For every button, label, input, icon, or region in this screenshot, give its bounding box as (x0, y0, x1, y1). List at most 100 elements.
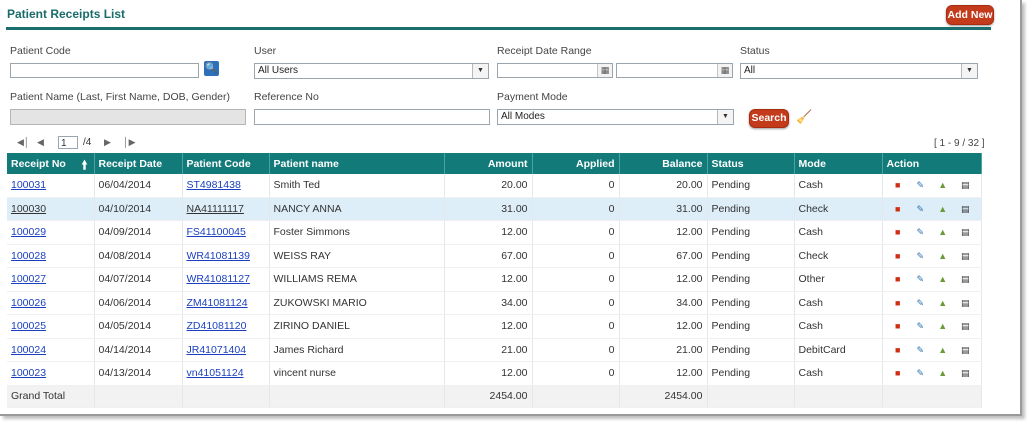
table-row[interactable]: 100028 04/08/2014 WR41081139 WEISS RAY 67.00… (7, 244, 982, 268)
print-icon[interactable]: ▲ (938, 204, 948, 214)
chevron-down-icon[interactable]: ▼ (961, 64, 977, 78)
patient-code-cell[interactable]: WR41081127 (182, 267, 270, 292)
delete-icon[interactable]: ■ (893, 180, 903, 190)
print-icon[interactable]: ▲ (938, 251, 948, 261)
col-patient-name[interactable]: Patient name (269, 153, 445, 174)
chevron-down-icon[interactable]: ▼ (472, 64, 488, 78)
edit-icon[interactable]: ✎ (915, 368, 925, 378)
edit-icon[interactable]: ✎ (915, 204, 925, 214)
edit-icon[interactable]: ✎ (915, 321, 925, 331)
receipt-no-link[interactable]: 100027 (11, 273, 46, 285)
delete-icon[interactable]: ■ (893, 204, 903, 214)
edit-icon[interactable]: ✎ (915, 251, 925, 261)
delete-icon[interactable]: ■ (893, 274, 903, 284)
patient-code-link[interactable]: ST4981438 (187, 179, 241, 191)
document-icon[interactable]: ▤ (960, 345, 970, 355)
sort-ascending-icon[interactable]: 🠙 (81, 156, 87, 177)
receipt-no-cell[interactable]: 100027 (7, 267, 95, 292)
add-new-button[interactable]: Add New (946, 5, 994, 25)
print-icon[interactable]: ▲ (938, 298, 948, 308)
patient-code-input[interactable] (10, 63, 199, 78)
receipt-no-cell[interactable]: 100030 (7, 197, 95, 221)
delete-icon[interactable]: ■ (893, 227, 903, 237)
edit-icon[interactable]: ✎ (915, 298, 925, 308)
document-icon[interactable]: ▤ (960, 368, 970, 378)
patient-code-cell[interactable]: ST4981438 (182, 174, 270, 198)
delete-icon[interactable]: ■ (893, 251, 903, 261)
receipt-no-cell[interactable]: 100029 (7, 220, 95, 245)
receipt-no-link[interactable]: 100025 (11, 320, 46, 332)
patient-code-link[interactable]: ZD41081120 (187, 320, 247, 332)
receipt-no-link[interactable]: 100026 (11, 297, 46, 309)
print-icon[interactable]: ▲ (938, 368, 948, 378)
next-page-icon[interactable]: ▶ (104, 137, 111, 148)
patient-code-cell[interactable]: JR41071404 (182, 338, 270, 362)
edit-icon[interactable]: ✎ (915, 180, 925, 190)
document-icon[interactable]: ▤ (960, 204, 970, 214)
edit-icon[interactable]: ✎ (915, 227, 925, 237)
col-status[interactable]: Status (707, 153, 795, 174)
search-button[interactable]: Search (749, 109, 789, 128)
delete-icon[interactable]: ■ (893, 298, 903, 308)
user-select[interactable]: All Users ▼ (254, 63, 489, 79)
table-row[interactable]: 100030 04/10/2014 NA41111117 NANCY ANNA 31.0… (7, 197, 982, 221)
date-from-input[interactable]: ▦ (497, 63, 613, 78)
document-icon[interactable]: ▤ (960, 321, 970, 331)
document-icon[interactable]: ▤ (960, 180, 970, 190)
document-icon[interactable]: ▤ (960, 251, 970, 261)
patient-code-cell[interactable]: FS41100045 (182, 220, 270, 245)
broom-icon[interactable]: 🧹 (796, 109, 812, 125)
table-row[interactable]: 100027 04/07/2014 WR41081127 WILLIAMS REMA 1… (7, 267, 982, 292)
print-icon[interactable]: ▲ (938, 227, 948, 237)
patient-code-link[interactable]: WR41081139 (187, 250, 250, 262)
patient-code-link[interactable]: NA41111117 (187, 203, 244, 215)
status-select[interactable]: All ▼ (740, 63, 978, 79)
delete-icon[interactable]: ■ (893, 321, 903, 331)
print-icon[interactable]: ▲ (938, 274, 948, 284)
reference-no-input[interactable] (254, 109, 490, 125)
receipt-no-link[interactable]: 100029 (11, 226, 46, 238)
table-row[interactable]: 100024 04/14/2014 JR41071404 James Richard 2… (7, 338, 982, 362)
receipt-no-link[interactable]: 100024 (11, 344, 46, 356)
payment-mode-select[interactable]: All Modes ▼ (497, 109, 734, 125)
col-amount[interactable]: Amount (444, 153, 533, 174)
patient-code-cell[interactable]: NA41111117 (182, 197, 270, 221)
col-patient-code[interactable]: Patient Code (182, 153, 270, 174)
print-icon[interactable]: ▲ (938, 321, 948, 331)
patient-code-link[interactable]: ZM41081124 (187, 297, 248, 309)
receipt-no-link[interactable]: 100031 (11, 179, 46, 191)
first-page-icon[interactable]: ◀│ (17, 137, 30, 148)
patient-code-cell[interactable]: WR41081139 (182, 244, 270, 268)
receipt-no-cell[interactable]: 100026 (7, 291, 95, 315)
print-icon[interactable]: ▲ (938, 345, 948, 355)
patient-code-link[interactable]: JR41071404 (187, 344, 247, 356)
col-balance[interactable]: Balance (619, 153, 708, 174)
patient-code-cell[interactable]: ZD41081120 (182, 314, 270, 339)
chevron-down-icon[interactable]: ▼ (717, 110, 733, 124)
document-icon[interactable]: ▤ (960, 298, 970, 308)
receipt-no-link[interactable]: 100023 (11, 367, 46, 379)
table-row[interactable]: 100026 04/06/2014 ZM41081124 ZUKOWSKI MARIO… (7, 291, 982, 315)
patient-code-cell[interactable]: vn41051124 (182, 361, 270, 386)
receipt-no-cell[interactable]: 100025 (7, 314, 95, 339)
patient-code-link[interactable]: WR41081127 (187, 273, 250, 285)
receipt-no-link[interactable]: 100028 (11, 250, 46, 262)
edit-icon[interactable]: ✎ (915, 274, 925, 284)
receipt-no-link[interactable]: 100030 (11, 203, 46, 215)
delete-icon[interactable]: ■ (893, 345, 903, 355)
date-to-input[interactable]: ▦ (616, 63, 733, 78)
document-icon[interactable]: ▤ (960, 274, 970, 284)
last-page-icon[interactable]: │▶ (123, 137, 136, 148)
edit-icon[interactable]: ✎ (915, 345, 925, 355)
receipt-no-cell[interactable]: 100023 (7, 361, 95, 386)
col-applied[interactable]: Applied (532, 153, 620, 174)
patient-code-link[interactable]: FS41100045 (187, 226, 246, 238)
receipt-no-cell[interactable]: 100024 (7, 338, 95, 362)
table-row[interactable]: 100023 04/13/2014 vn41051124 vincent nurse 1… (7, 361, 982, 386)
table-row[interactable]: 100029 04/09/2014 FS41100045 Foster Simmons… (7, 220, 982, 245)
table-row[interactable]: 100031 06/04/2014 ST4981438 Smith Ted 20.00 0… (7, 174, 982, 198)
delete-icon[interactable]: ■ (893, 368, 903, 378)
patient-code-link[interactable]: vn41051124 (187, 367, 244, 379)
col-receipt-no[interactable]: Receipt No 🠙 (7, 153, 95, 177)
page-number-input[interactable]: 1 (58, 136, 78, 149)
